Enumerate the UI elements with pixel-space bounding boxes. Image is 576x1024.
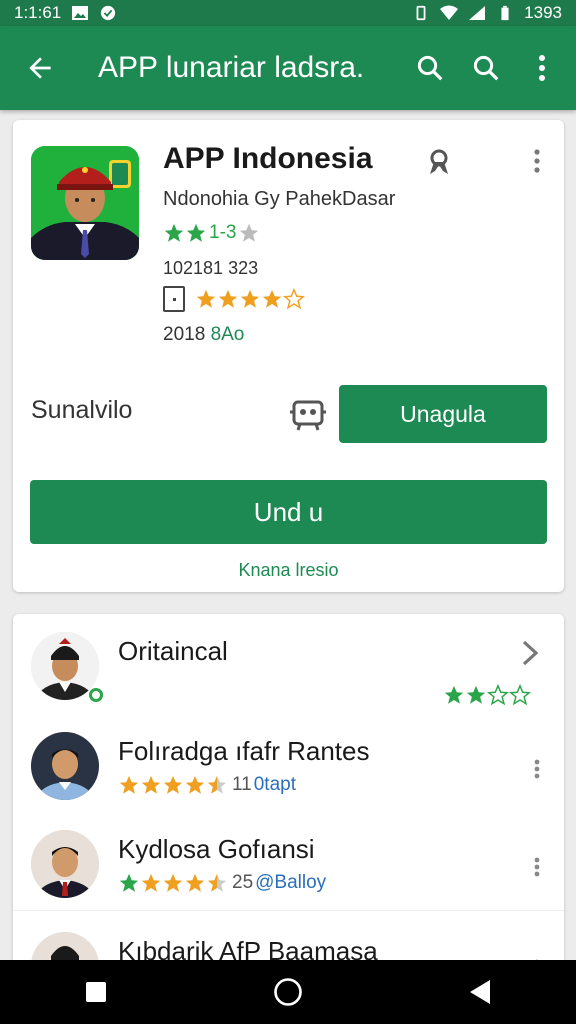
install-button[interactable]: Und u [30, 480, 547, 544]
device-icon [163, 286, 185, 312]
rating-stars [118, 774, 228, 796]
more-vert-icon [534, 857, 540, 877]
star-filled-icon [218, 289, 238, 308]
list-item[interactable]: Kydlosa Gofıansi 25 @Balloy [13, 812, 564, 908]
list-item-name: Folıradga ıfafr Rantes [118, 736, 370, 766]
app-detail-card: APP Indonesia Ndonohia Gy PahekDasar 1-3… [13, 120, 564, 592]
avatar [31, 632, 99, 700]
chevron-right-icon[interactable] [518, 638, 542, 673]
status-bar: 1:1:61 1393 [0, 0, 576, 26]
list-item-name: Kydlosa Gofıansi [118, 834, 315, 864]
star-filled-icon [444, 685, 464, 704]
search-alt-button[interactable] [458, 40, 514, 96]
star-half-icon [207, 775, 227, 794]
list-item-meta: 11 0tapt [118, 774, 296, 796]
home-icon [274, 978, 302, 1006]
list-item[interactable]: Oritaincal [13, 614, 564, 710]
review-count: 25 [232, 872, 254, 893]
more-vert-icon [534, 149, 540, 173]
recents-icon [86, 982, 106, 1002]
wifi-icon [440, 5, 459, 20]
search-icon [417, 55, 443, 81]
app-more-button[interactable] [527, 146, 547, 176]
update-size: 8Ao [210, 324, 245, 345]
list-item-more-button[interactable] [527, 852, 547, 882]
star-filled-icon [163, 775, 183, 794]
check-circle-icon [101, 5, 116, 21]
star-empty-icon [487, 684, 509, 706]
star-empty-icon [509, 684, 531, 706]
search-icon [473, 55, 499, 81]
rating-stars [443, 684, 531, 706]
app-logo-image [31, 146, 139, 260]
star-filled-icon [164, 223, 184, 242]
divider [13, 910, 564, 911]
review-count: 11 [232, 774, 252, 795]
update-info: 2018 8Ao [163, 324, 244, 346]
star-filled-icon [262, 289, 282, 308]
content-rating [163, 286, 305, 312]
list-item-more-button[interactable] [527, 754, 547, 784]
subscription-label: Sunalvilo [31, 396, 133, 424]
star-empty-icon [240, 223, 259, 242]
rating-text: 1-3 [209, 222, 237, 243]
system-nav-bar [0, 960, 576, 1024]
star-filled-icon [141, 873, 161, 892]
app-bar-title: APP lunariar ladsra. [98, 51, 365, 84]
star-empty-icon [283, 288, 305, 310]
avatar [31, 732, 99, 800]
list-item[interactable]: Folıradga ıfafr Rantes 11 0tapt [13, 714, 564, 810]
signal-icon [469, 6, 486, 20]
list-item-meta: 25 @Balloy [118, 872, 326, 894]
robot-icon[interactable] [288, 392, 328, 432]
upgrade-button[interactable]: Unagula [339, 385, 547, 443]
more-info-link[interactable]: Knana lresio [13, 560, 564, 581]
status-right-time: 1393 [524, 3, 562, 22]
back-triangle-icon [470, 980, 490, 1004]
rating-stars [163, 222, 207, 244]
app-logo [31, 146, 139, 260]
rating-stars [118, 872, 228, 894]
list-item-tag: 0tapt [253, 774, 296, 795]
home-button[interactable] [258, 962, 318, 1022]
star-filled-icon [196, 289, 216, 308]
developer-name: Ndonohia Gy PahekDasar [163, 188, 396, 210]
status-time: 1:1:61 [14, 3, 62, 22]
more-options-button[interactable] [514, 40, 570, 96]
arrow-back-icon [29, 57, 51, 79]
app-name: APP Indonesia [163, 142, 373, 175]
related-list-card: Oritaincal Folıradga ıfafr Rantes 11 0ta… [13, 614, 564, 974]
vibrate-icon [416, 5, 426, 21]
more-vert-icon [539, 55, 545, 81]
back-nav-button[interactable] [450, 962, 510, 1022]
star-filled-icon [240, 289, 260, 308]
image-icon [72, 6, 89, 20]
star-filled-icon [119, 775, 139, 794]
award-ribbon-icon [430, 149, 448, 174]
star-filled-icon [141, 775, 161, 794]
download-count: 102181 323 [163, 258, 259, 278]
list-item-name: Oritaincal [118, 636, 228, 666]
back-button[interactable] [12, 40, 68, 96]
battery-icon [501, 5, 509, 21]
app-bar: APP lunariar ladsra. [0, 26, 576, 110]
recents-button[interactable] [66, 962, 126, 1022]
star-filled-icon [466, 685, 486, 704]
more-vert-icon [534, 759, 540, 779]
star-filled-icon [163, 873, 183, 892]
app-rating: 1-3 [163, 222, 260, 244]
star-filled-icon [186, 223, 206, 242]
content-rating-stars [195, 288, 305, 310]
star-filled-icon [119, 873, 139, 892]
avatar [31, 830, 99, 898]
online-indicator [89, 688, 103, 702]
star-half-icon [207, 873, 227, 892]
star-filled-icon [185, 873, 205, 892]
list-item-tag: @Balloy [255, 872, 327, 893]
star-filled-icon [185, 775, 205, 794]
search-button[interactable] [402, 40, 458, 96]
update-year: 2018 [163, 324, 206, 345]
